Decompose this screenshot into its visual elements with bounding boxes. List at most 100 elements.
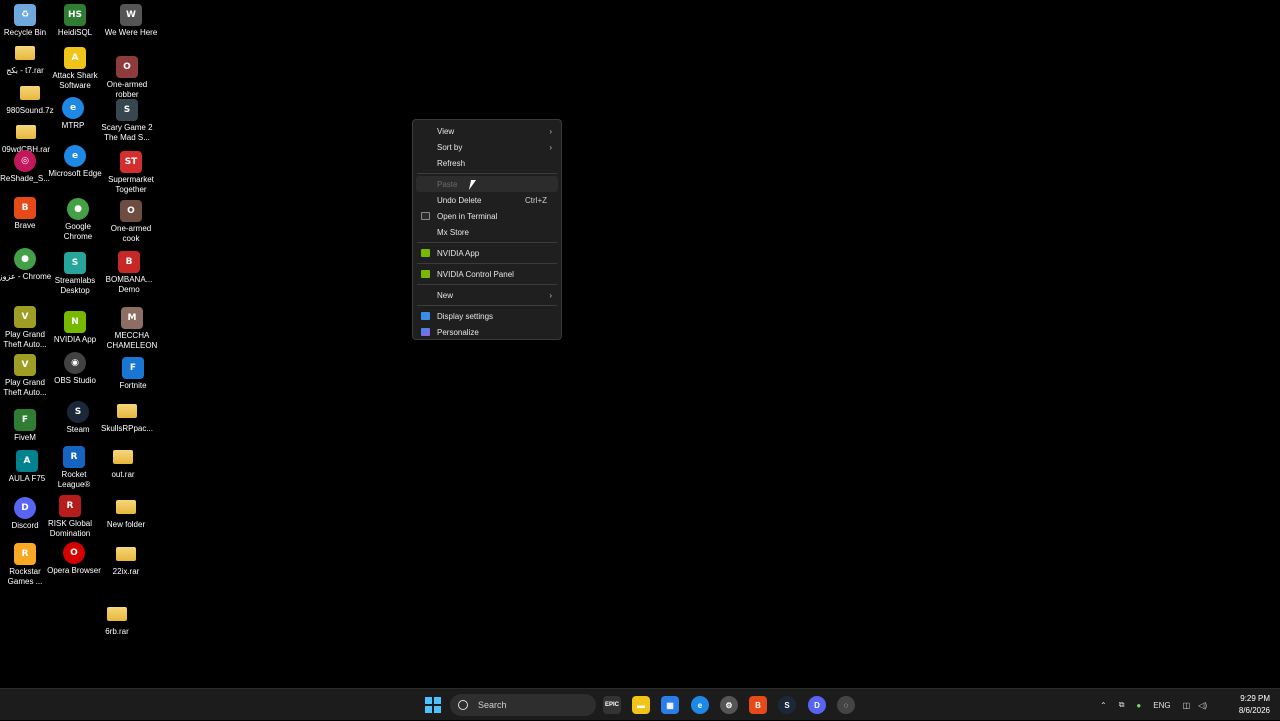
menu-item-display-settings[interactable]: Display settings — [416, 308, 558, 324]
desktop-icon-label: Microsoft Edge — [48, 169, 102, 178]
desktop-icon-label: Scary Game 2 The Mad S... — [101, 123, 153, 142]
desktop-icon-bombana[interactable]: B BOMBANA... Demo — [101, 251, 157, 295]
desktop-icon-label: We Were Here — [104, 28, 158, 37]
game-icon: O — [116, 56, 138, 78]
desktop-icon-label: BOMBANA... Demo — [105, 275, 153, 294]
menu-separator — [417, 305, 557, 306]
discord-icon[interactable]: D — [808, 696, 826, 714]
wifi-icon[interactable]: ◫ — [1183, 701, 1191, 710]
desktop-icon-azooz-chrome[interactable]: ● عزوز - Chrome — [0, 248, 53, 282]
app-icon[interactable]: ◌ — [837, 696, 855, 714]
microphone-icon[interactable]: ● — [1136, 701, 1141, 710]
desktop-icon-edge[interactable]: e Microsoft Edge — [47, 145, 103, 179]
desktop-icon-t7-rar[interactable]: بكج - t7.rar — [0, 42, 53, 76]
desktop-icon-6rb-rar[interactable]: 6rb.rar — [89, 603, 145, 637]
desktop-icon-rocket-league[interactable]: R Rocket League® — [46, 446, 102, 490]
desktop-icon-scary-game-2[interactable]: S Scary Game 2 The Mad S... — [99, 99, 155, 143]
network-icon[interactable]: ⧉ — [1119, 700, 1125, 710]
fivem-icon: F — [14, 409, 36, 431]
desktop-icon-label: FiveM — [14, 433, 36, 442]
menu-item-new[interactable]: New › — [416, 287, 558, 303]
desktop-icon-22ix-rar[interactable]: 22ix.rar — [98, 543, 154, 577]
fortnite-icon: F — [122, 357, 144, 379]
desktop-icon-label: Recycle Bin — [3, 28, 47, 37]
brave-icon[interactable]: B — [749, 696, 767, 714]
desktop-icon-label: One-armed cook — [110, 224, 152, 243]
menu-item-label: Sort by — [437, 142, 463, 152]
desktop-icon-heidisql[interactable]: HS HeidiSQL — [47, 4, 103, 38]
menu-item-open-in-terminal[interactable]: Open in Terminal — [416, 208, 558, 224]
desktop-icon-one-armed-robber[interactable]: O One-armed robber — [99, 56, 155, 100]
volume-icon[interactable]: ◁) — [1198, 701, 1207, 710]
desktop[interactable]: ♻ Recycle Bin بكج - t7.rar 980Sound.7z 0… — [0, 0, 1280, 688]
desktop-icon-recycle-bin[interactable]: ♻ Recycle Bin — [0, 4, 53, 38]
desktop-icon-obs[interactable]: ◉ OBS Studio — [47, 352, 103, 386]
folder-icon — [20, 86, 40, 100]
file-explorer-icon[interactable]: ▬ — [632, 696, 650, 714]
desktop-icon-label: RISK Global Domination — [47, 519, 93, 538]
desktop-icon-google-chrome[interactable]: ● Google Chrome — [50, 198, 106, 242]
taskbar-search-box[interactable]: Search — [450, 694, 596, 716]
desktop-icon-label: 22ix.rar — [112, 567, 140, 576]
menu-item-refresh[interactable]: Refresh — [416, 155, 558, 171]
desktop-icon-fivem[interactable]: F FiveM — [0, 409, 53, 443]
menu-item-label: View — [437, 126, 455, 136]
clock[interactable]: 9:29 PM 8/6/2026 — [1239, 693, 1270, 717]
language-indicator[interactable]: ENG — [1153, 701, 1170, 710]
menu-item-undo-delete[interactable]: Undo Delete Ctrl+Z — [416, 192, 558, 208]
settings-icon[interactable]: ⚙ — [720, 696, 738, 714]
folder-icon — [116, 500, 136, 514]
desktop-icon-out-rar[interactable]: out.rar — [95, 446, 151, 480]
menu-item-label: NVIDIA App — [437, 248, 480, 258]
desktop-icon-new-folder[interactable]: New folder — [98, 496, 154, 530]
desktop-icon-we-were-here[interactable]: W We Were Here — [103, 4, 159, 38]
desktop-icon-attack-shark[interactable]: A Attack Shark Software — [47, 47, 103, 91]
epic-games-icon[interactable]: EPIC — [603, 696, 621, 714]
start-button[interactable] — [425, 697, 441, 713]
menu-item-sort-by[interactable]: Sort by › — [416, 139, 558, 155]
menu-item-mx-store[interactable]: Mx Store — [416, 224, 558, 240]
desktop-icon-mtrp[interactable]: e MTRP — [45, 97, 101, 131]
attack-shark-icon: A — [64, 47, 86, 69]
desktop-icon-risk[interactable]: R RISK Global Domination — [42, 495, 98, 539]
menu-item-nvidia-control-panel[interactable]: NVIDIA Control Panel — [416, 266, 558, 282]
chrome-icon: ● — [14, 248, 36, 270]
edge-icon[interactable]: e — [691, 696, 709, 714]
chevron-up-icon[interactable]: ⌃ — [1100, 701, 1107, 710]
menu-item-personalize[interactable]: Personalize — [416, 324, 558, 340]
desktop-icon-reshade[interactable]: ◎ ReShade_S... — [0, 150, 53, 184]
folder-icon — [107, 607, 127, 621]
steam-icon[interactable]: S — [778, 696, 796, 714]
desktop-icon-label: HeidiSQL — [57, 28, 93, 37]
desktop-icon-label: NVIDIA App — [53, 335, 97, 344]
menu-item-label: New — [437, 290, 454, 300]
rockstar-icon: R — [14, 543, 36, 565]
desktop-icon-label: عزوز - Chrome — [0, 272, 52, 281]
desktop-icon-gta-1[interactable]: V Play Grand Theft Auto... — [0, 306, 53, 350]
desktop-icon-steam[interactable]: S Steam — [50, 401, 106, 435]
gta-icon: V — [14, 306, 36, 328]
menu-item-label: Open in Terminal — [437, 211, 498, 221]
menu-item-paste[interactable]: Paste — [416, 176, 558, 192]
desktop-icon-gta-2[interactable]: V Play Grand Theft Auto... — [0, 354, 53, 398]
microsoft-store-icon[interactable]: ▦ — [661, 696, 679, 714]
folder-icon — [117, 404, 137, 418]
desktop-icon-skullsrppac[interactable]: SkullsRPpac... — [99, 400, 155, 434]
desktop-icon-meccha-chameleon[interactable]: M MECCHA CHAMELEON — [104, 307, 160, 351]
desktop-icon-fortnite[interactable]: F Fortnite — [105, 357, 161, 391]
desktop-icon-one-armed-cook[interactable]: O One-armed cook — [103, 200, 159, 244]
nvidia-icon — [421, 249, 430, 257]
desktop-icon-label: Rocket League® — [57, 470, 91, 489]
desktop-icon-brave[interactable]: B Brave — [0, 197, 53, 231]
desktop-icon-supermarket-together[interactable]: ST Supermarket Together — [103, 151, 159, 195]
game-icon: O — [120, 200, 142, 222]
desktop-icon-opera[interactable]: O Opera Browser — [46, 542, 102, 576]
desktop-icon-label: Discord — [11, 521, 39, 530]
desktop-icon-nvidia-app[interactable]: N NVIDIA App — [47, 311, 103, 345]
brave-icon: B — [14, 197, 36, 219]
desktop-icon-label: Streamlabs Desktop — [54, 276, 96, 295]
desktop-icon-streamlabs[interactable]: S Streamlabs Desktop — [47, 252, 103, 296]
menu-item-nvidia-app[interactable]: NVIDIA App — [416, 245, 558, 261]
game-icon: ST — [120, 151, 142, 173]
menu-item-view[interactable]: View › — [416, 123, 558, 139]
